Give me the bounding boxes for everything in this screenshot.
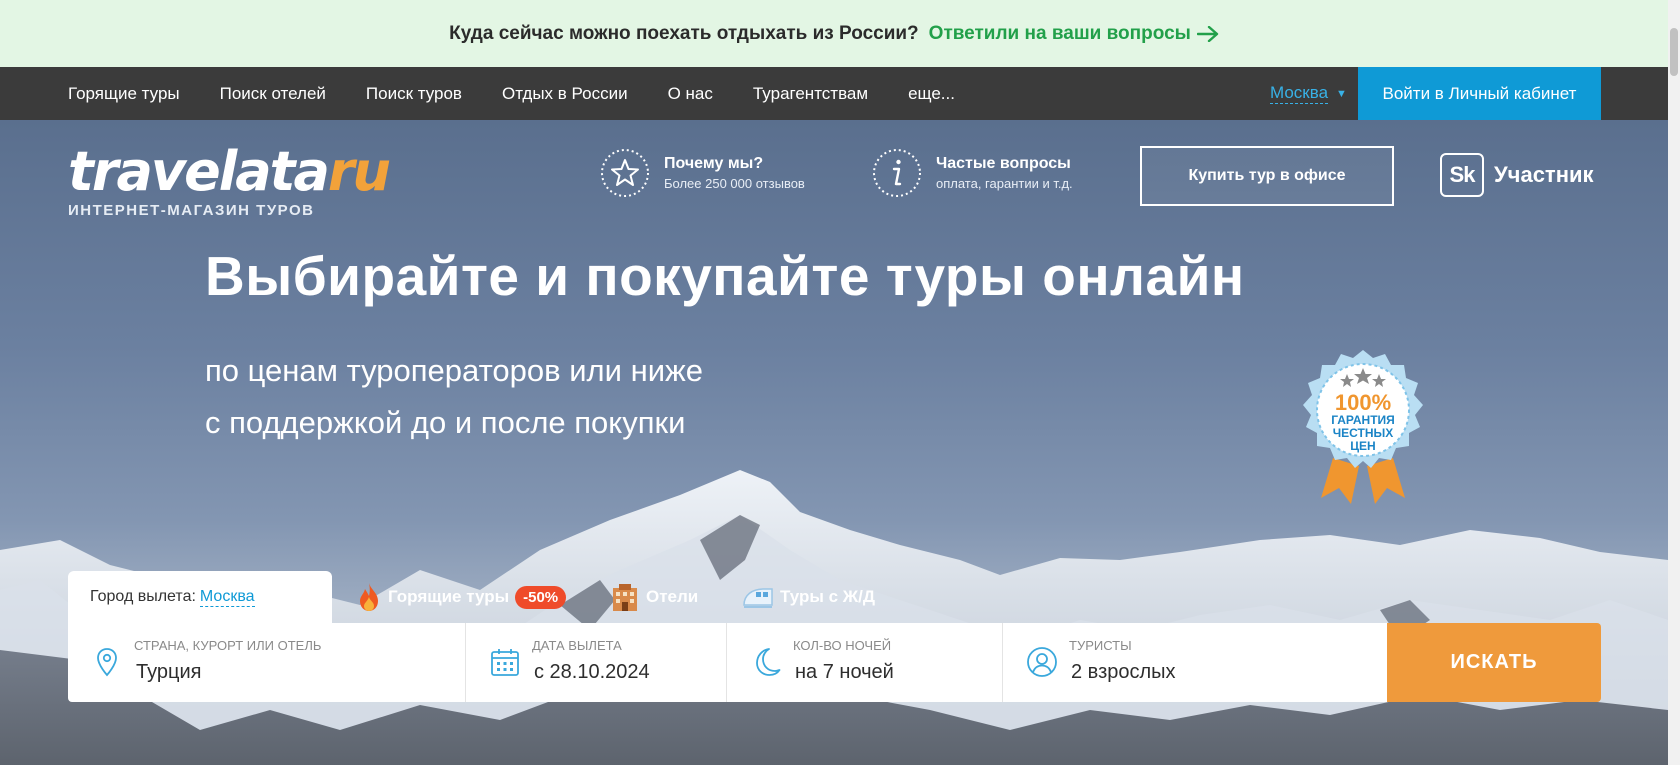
feature-faq-subtitle: оплата, гарантии и т.д. bbox=[936, 176, 1073, 191]
logo-tagline: ИНТЕРНЕТ-МАГАЗИН ТУРОВ bbox=[68, 202, 315, 219]
tab-hotels[interactable]: Отели bbox=[610, 578, 698, 616]
skolkovo-logo-icon: Sk bbox=[1440, 153, 1484, 197]
badge-line-2: ЧЕСТНЫХ bbox=[1333, 426, 1394, 440]
tour-search-form: Страна, курорт или отель Турция Дата выл… bbox=[68, 623, 1387, 702]
destination-field-label: Страна, курорт или отель bbox=[134, 638, 322, 653]
nights-field-value[interactable]: на 7 ночей bbox=[795, 661, 894, 684]
logo[interactable]: travelataru ИНТЕРНЕТ-МАГАЗИН ТУРОВ bbox=[68, 144, 391, 220]
main-nav: Горящие туры Поиск отелей Поиск туров От… bbox=[0, 67, 1668, 120]
location-pin-icon bbox=[97, 648, 117, 677]
skolkovo-label: Участник bbox=[1494, 162, 1594, 187]
moon-icon bbox=[756, 648, 781, 676]
departure-city-label: Город вылета: bbox=[90, 588, 196, 605]
announcement-banner: Куда сейчас можно поехать отдыхать из Ро… bbox=[0, 0, 1668, 67]
skolkovo-member[interactable]: Sk Участник bbox=[1440, 153, 1594, 197]
logo-ru: ru bbox=[327, 140, 391, 203]
fire-icon bbox=[360, 583, 378, 611]
feature-faq[interactable]: Частые вопросы оплата, гарантии и т.д. bbox=[872, 148, 1073, 198]
tab-hotels-label: Отели bbox=[646, 587, 699, 606]
nights-field[interactable]: Кол-во ночей на 7 ночей bbox=[727, 623, 1003, 702]
logo-word: travelata bbox=[68, 140, 330, 203]
badge-percent: 100% bbox=[1335, 390, 1391, 415]
nav-item-about[interactable]: О нас bbox=[668, 84, 713, 104]
hero-headline: Выбирайте и покупайте туры онлайн bbox=[205, 245, 1245, 307]
tab-departure-city[interactable]: Город вылета: Москва bbox=[68, 571, 332, 623]
tab-train-tours-label: Туры с Ж/Д bbox=[780, 587, 875, 606]
user-icon bbox=[1027, 647, 1057, 677]
scrollbar-thumb[interactable] bbox=[1670, 28, 1678, 76]
discount-badge: -50% bbox=[515, 585, 567, 609]
city-selector[interactable]: Москва ▼ bbox=[1270, 67, 1347, 120]
banner-text: Куда сейчас можно поехать отдыхать из Ро… bbox=[449, 22, 919, 44]
feature-faq-title: Частые вопросы bbox=[936, 155, 1071, 172]
nav-item-russia[interactable]: Отдых в России bbox=[502, 84, 628, 104]
destination-field[interactable]: Страна, курорт или отель Турция bbox=[68, 623, 466, 702]
hero-subtitle-2: с поддержкой до и после покупки bbox=[205, 405, 686, 440]
feature-why-us-title: Почему мы? bbox=[664, 155, 764, 172]
departure-date-field[interactable]: Дата вылета с 28.10.2024 bbox=[466, 623, 727, 702]
city-selector-label: Москва bbox=[1270, 83, 1329, 104]
buy-in-office-button[interactable]: Купить тур в офисе bbox=[1140, 146, 1394, 206]
feature-why-us-subtitle: Более 250 000 отзывов bbox=[664, 176, 805, 191]
tab-train-tours[interactable]: Туры с Ж/Д bbox=[742, 578, 875, 616]
info-icon bbox=[873, 149, 921, 197]
departure-date-value[interactable]: с 28.10.2024 bbox=[534, 661, 650, 684]
tourists-field[interactable]: Туристы 2 взрослых bbox=[1003, 623, 1387, 702]
tourists-field-label: Туристы bbox=[1069, 638, 1132, 653]
badge-line-3: ЦЕН bbox=[1350, 439, 1375, 453]
departure-city-value[interactable]: Москва bbox=[199, 588, 255, 607]
tab-hot-tours-label: Горящие туры bbox=[388, 587, 510, 606]
banner-link[interactable]: Ответили на ваши вопросы bbox=[929, 23, 1219, 45]
login-button[interactable]: Войти в Личный кабинет bbox=[1358, 67, 1601, 120]
hero: travelataru ИНТЕРНЕТ-МАГАЗИН ТУРОВ Почем… bbox=[0, 120, 1668, 765]
caret-down-icon: ▼ bbox=[1336, 87, 1347, 100]
nav-item-agencies[interactable]: Турагентствам bbox=[753, 84, 868, 104]
nav-item-hotels[interactable]: Поиск отелей bbox=[220, 84, 326, 104]
nights-field-label: Кол-во ночей bbox=[793, 638, 892, 653]
departure-date-label: Дата вылета bbox=[532, 638, 622, 653]
nav-item-more[interactable]: еще... bbox=[908, 84, 955, 104]
price-guarantee-badge: 100% ГАРАНТИЯ ЧЕСТНЫХ ЦЕН bbox=[1303, 350, 1423, 504]
arrow-right-icon bbox=[1196, 25, 1219, 42]
train-icon bbox=[743, 588, 773, 608]
nav-item-hot-tours[interactable]: Горящие туры bbox=[68, 84, 180, 104]
destination-field-value[interactable]: Турция bbox=[136, 661, 201, 684]
nav-item-tours[interactable]: Поиск туров bbox=[366, 84, 462, 104]
calendar-icon bbox=[491, 649, 519, 676]
tab-hot-tours[interactable]: Горящие туры -50% bbox=[356, 578, 567, 616]
hotel-icon bbox=[613, 584, 637, 611]
badge-line-1: ГАРАНТИЯ bbox=[1331, 413, 1395, 427]
search-button[interactable]: ИСКАТЬ bbox=[1387, 623, 1601, 702]
tourists-field-value[interactable]: 2 взрослых bbox=[1071, 661, 1176, 684]
banner-link-label: Ответили на ваши вопросы bbox=[928, 22, 1191, 44]
star-icon bbox=[601, 149, 649, 197]
feature-why-us[interactable]: Почему мы? Более 250 000 отзывов bbox=[600, 148, 805, 198]
page: Куда сейчас можно поехать отдыхать из Ро… bbox=[0, 0, 1668, 765]
hero-subtitle-1: по ценам туроператоров или ниже bbox=[205, 353, 703, 388]
page-scrollbar[interactable] bbox=[1668, 0, 1680, 765]
